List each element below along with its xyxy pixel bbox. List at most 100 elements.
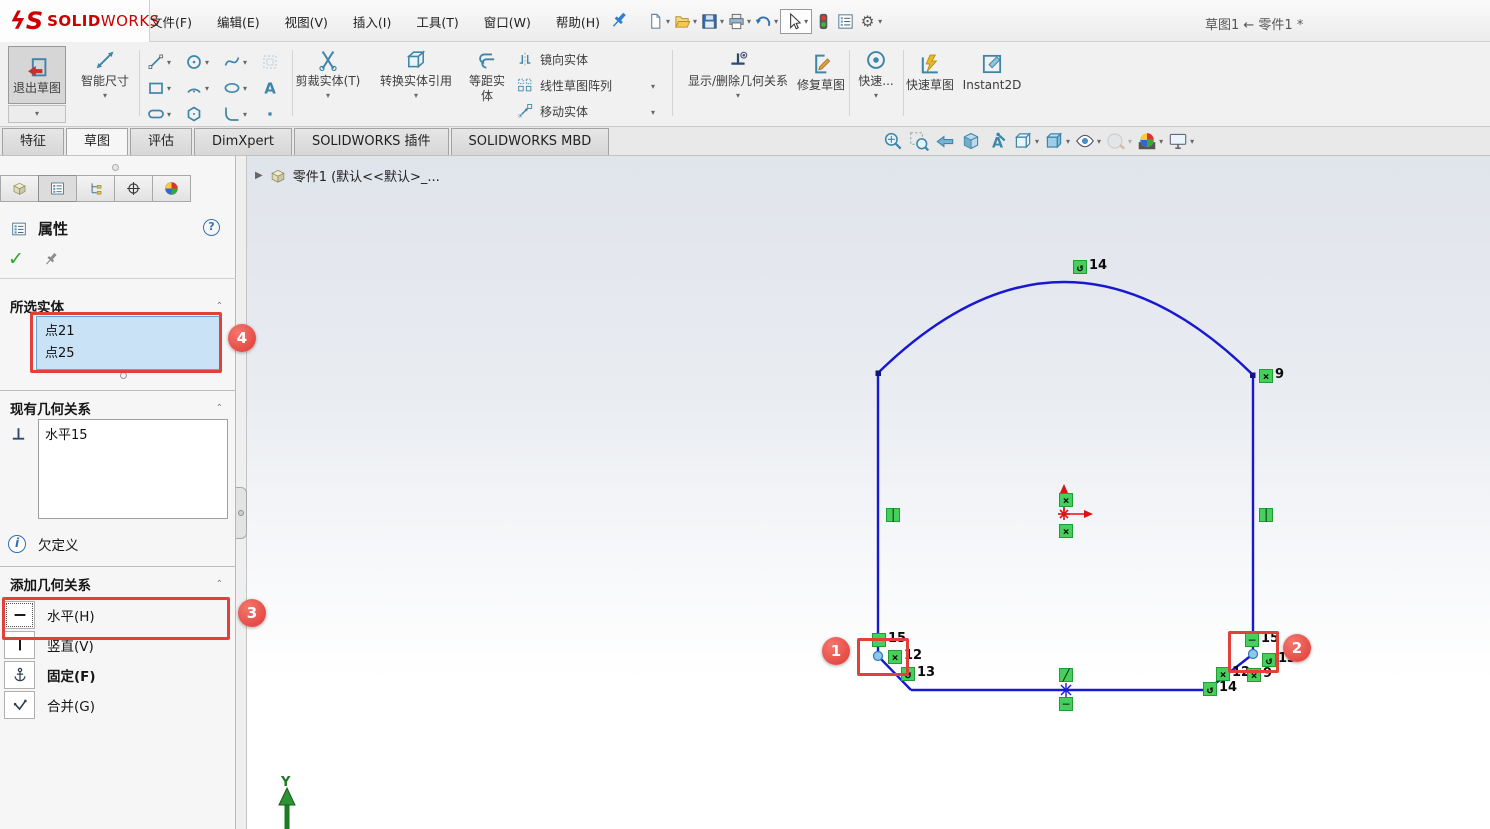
menu-item-4[interactable]: 工具(T) — [412, 9, 462, 34]
selected-entities-listbox[interactable]: 点21点25 — [36, 316, 220, 370]
menu-item-5[interactable]: 窗口(W) — [480, 9, 535, 34]
panel-handle[interactable] — [112, 164, 119, 171]
relation-badge-tangent[interactable]: ↺ — [1262, 653, 1276, 667]
relation-badge-coincident[interactable]: × — [1216, 667, 1230, 681]
exit-sketch-dropdown[interactable]: ▾ — [8, 105, 66, 123]
keep-visible-pin-icon[interactable] — [42, 250, 60, 268]
existing-relations-listbox[interactable]: 水平15 — [38, 419, 228, 519]
relation-badge-coincident[interactable]: × — [1247, 668, 1261, 682]
listbox-resize-handle[interactable] — [120, 372, 127, 379]
help-icon[interactable]: ? — [203, 219, 220, 236]
existing-relation[interactable]: 水平15 — [45, 424, 221, 443]
rapid-button[interactable]: 快速... ▾ — [853, 48, 899, 100]
linear-sketch-pattern-button[interactable]: 线性草图阵列 — [516, 76, 612, 94]
menu-item-0[interactable]: 文件(F) — [146, 9, 196, 34]
relation-badge-coincident[interactable]: × — [888, 650, 902, 664]
pin-menu-icon[interactable] — [608, 9, 630, 31]
tab-solidworks-插件[interactable]: SOLIDWORKS 插件 — [294, 128, 449, 155]
relation-badge-horizontal[interactable]: ─ — [872, 633, 886, 647]
display-delete-relations-button[interactable]: 显示/删除几何关系 ▾ — [682, 48, 794, 100]
tab-featuremanager[interactable] — [0, 175, 39, 202]
relation-badge-vertical[interactable]: │ — [1259, 508, 1273, 522]
relation-badge-horizontal[interactable]: ─ — [1059, 697, 1073, 711]
options-list-button[interactable] — [835, 10, 856, 33]
circle-tool[interactable]: ▾ — [184, 52, 209, 72]
sketch-canvas[interactable]: Y — [247, 156, 1490, 829]
open-button[interactable]: ▾ — [672, 10, 698, 33]
dynamic-annotation-views-button[interactable]: A — [986, 130, 1008, 152]
relation-badge-vertical[interactable]: │ — [886, 508, 900, 522]
polygon-tool[interactable] — [184, 104, 204, 124]
tab-草图[interactable]: 草图 — [66, 128, 128, 155]
tab-评估[interactable]: 评估 — [130, 128, 192, 155]
trim-entities-button[interactable]: 剪裁实体(T) ▾ — [287, 48, 369, 100]
tab-solidworks-mbd[interactable]: SOLIDWORKS MBD — [451, 128, 610, 155]
save-button[interactable]: ▾ — [699, 10, 725, 33]
add-relation-vertical[interactable]: 竖直(V) — [4, 630, 232, 660]
relation-badge-coincident[interactable]: × — [1059, 493, 1073, 507]
tab-dimxpert[interactable]: DimXpert — [194, 128, 292, 155]
settings-button[interactable]: ⚙▾ — [857, 10, 883, 33]
text-tool[interactable]: A — [260, 78, 280, 98]
repair-sketch-button[interactable]: 修复草图 — [797, 52, 845, 93]
mirror-entities-button[interactable]: 镜向实体 — [516, 50, 588, 68]
menu-item-3[interactable]: 插入(I) — [349, 9, 395, 34]
relation-badge-coincident[interactable]: × — [1059, 524, 1073, 538]
slot-tool[interactable]: ▾ — [146, 104, 171, 124]
menu-item-2[interactable]: 视图(V) — [281, 9, 332, 34]
hide-show-items-button[interactable]: ▾ — [1074, 130, 1101, 152]
spline-tool[interactable]: ▾ — [222, 52, 247, 72]
relation-badge-tangent[interactable]: ↺ — [1203, 682, 1217, 696]
add-relation-merge[interactable]: 合并(G) — [4, 690, 232, 720]
zoom-to-area-button[interactable] — [908, 130, 930, 152]
tab-displaymanager[interactable] — [152, 175, 191, 202]
rectangle-tool[interactable]: ▾ — [146, 78, 171, 98]
edit-appearance-button[interactable]: ▾ — [1105, 130, 1132, 152]
ok-check-icon[interactable]: ✓ — [8, 248, 24, 270]
add-relations-collapse-icon[interactable] — [215, 579, 227, 587]
selected-entities-collapse-icon[interactable] — [215, 301, 227, 309]
smart-dimension-button[interactable]: 智能尺寸 ▾ — [74, 48, 136, 100]
offset-entities-button[interactable]: 等距实体 — [464, 50, 510, 104]
print-button[interactable]: ▾ — [726, 10, 752, 33]
add-relation-horizontal[interactable]: 水平(H) — [4, 600, 232, 630]
selected-entity[interactable]: 点25 — [37, 343, 219, 365]
view-orientation-button[interactable]: ▾ — [1012, 130, 1039, 152]
tab-configurationmanager[interactable] — [76, 175, 115, 202]
convert-entities-button[interactable]: 转换实体引用 ▾ — [370, 48, 462, 100]
selected-entity[interactable]: 点21 — [37, 321, 219, 343]
apply-scene-button[interactable]: ▾ — [1136, 130, 1163, 152]
zoom-to-fit-button[interactable] — [882, 130, 904, 152]
undo-button[interactable]: ▾ — [753, 10, 779, 33]
relation-badge-coincident[interactable]: × — [1259, 369, 1273, 383]
tab-特征[interactable]: 特征 — [2, 128, 64, 155]
display-style-button[interactable]: ▾ — [1043, 130, 1070, 152]
ellipse-tool[interactable]: ▾ — [222, 78, 247, 98]
instant2d-button[interactable]: Instant2D — [956, 52, 1028, 93]
rebuild-button[interactable] — [813, 10, 834, 33]
move-entities-button[interactable]: 移动实体 — [516, 102, 588, 120]
previous-view-button[interactable] — [934, 130, 956, 152]
line-tool[interactable]: ▾ — [146, 52, 171, 72]
tab-dimxpertmanager[interactable] — [114, 175, 153, 202]
fillet-tool[interactable]: ▾ — [222, 104, 247, 124]
select-button[interactable]: ▾ — [780, 9, 812, 34]
view-settings-button[interactable]: ▾ — [1167, 130, 1194, 152]
panel-collapse-tab[interactable] — [236, 487, 247, 539]
new-document-button[interactable]: ▾ — [645, 10, 671, 33]
relation-badge-midpoint[interactable]: ╱ — [1059, 668, 1073, 682]
point-tool[interactable] — [260, 104, 280, 124]
arc-tool[interactable]: ▾ — [184, 78, 209, 98]
existing-relations-collapse-icon[interactable] — [215, 403, 227, 411]
add-relation-fix[interactable]: 固定(F) — [4, 660, 232, 690]
graphics-viewport[interactable]: ▶ 零件1 (默认<<默认>_... — [247, 156, 1490, 829]
section-view-button[interactable] — [960, 130, 982, 152]
relation-badge-horizontal[interactable]: ─ — [1245, 633, 1259, 647]
rapid-sketch-button[interactable]: 快速草图 — [906, 52, 954, 93]
menu-item-1[interactable]: 编辑(E) — [213, 9, 264, 34]
tab-propertymanager[interactable] — [38, 175, 77, 202]
exit-sketch-button[interactable]: 退出草图 — [8, 46, 66, 104]
menu-item-6[interactable]: 帮助(H) — [552, 9, 604, 34]
relation-badge-tangent[interactable]: ↺ — [1073, 260, 1087, 274]
relation-badge-tangent[interactable]: ↺ — [901, 667, 915, 681]
